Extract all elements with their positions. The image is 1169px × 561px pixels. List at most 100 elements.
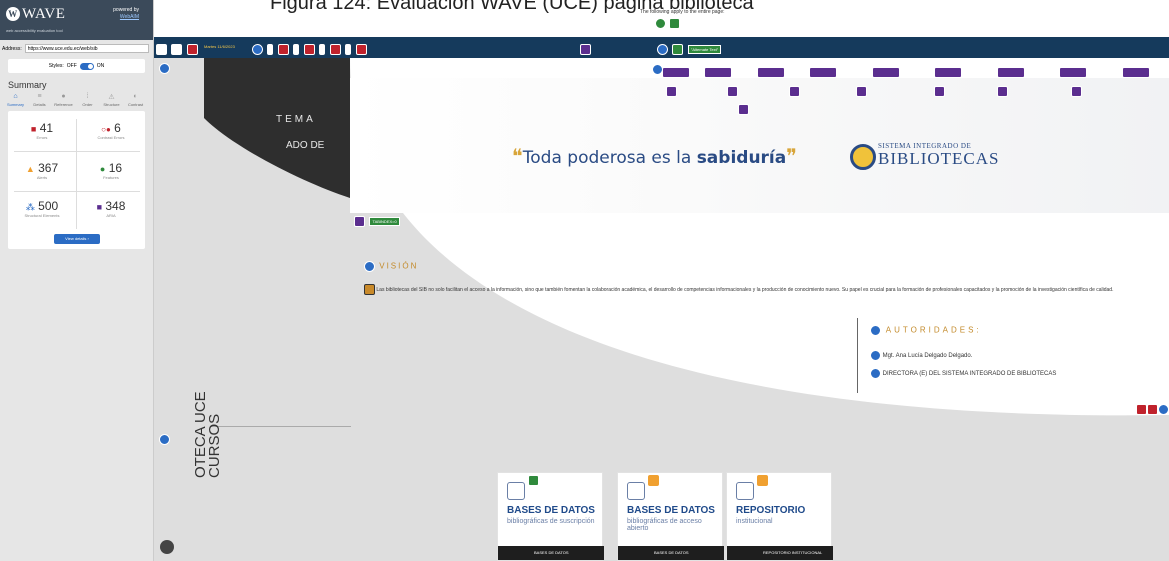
alt-text-tag: "Alternate Text" [687,45,722,55]
panel-divider [14,191,140,192]
tabindex-indicator: TABINDEX=0 [354,213,400,231]
aria-icon[interactable] [933,86,945,98]
tab-reference[interactable]: ● Reference [52,93,75,107]
structural-stat[interactable]: ⁂ 500 Structural Elements [8,199,76,218]
html5-icon[interactable] [580,41,591,56]
aria-icon: ■ [96,202,103,212]
card-open-databases[interactable]: BASES DE DATOS bibliográficas de acceso … [617,472,724,561]
error-icon: ■ [30,124,37,134]
twitter-icon[interactable] [319,44,326,56]
scroll-top-button[interactable] [160,540,174,554]
wedge-text: ADO DE [286,140,325,151]
open-lock-icon [627,482,645,500]
aria-icon[interactable] [727,86,739,98]
instagram-icon[interactable] [293,44,300,56]
lock-icon [507,482,525,500]
aria-icon[interactable] [1070,86,1082,98]
alert-icon[interactable] [648,475,659,486]
aria-icon[interactable] [934,67,963,79]
page-top-bar: Martes 11/6/2023 "Alternate Text" [154,37,1169,58]
aria-icon[interactable] [856,86,868,98]
address-input[interactable]: https://www.uce.edu.ec/web/sib [24,44,149,53]
styles-toggle[interactable] [79,62,94,70]
structure-icon[interactable] [1158,404,1169,416]
aria-icon[interactable] [756,67,785,79]
errors-stat[interactable]: ■ 41 Errors [8,121,76,140]
aria-icon[interactable] [996,67,1025,79]
error-icon[interactable] [303,44,315,56]
authority-role: DIRECTORA (E) DEL SISTEMA INTEGRADO DE B… [870,368,1056,379]
page-level-icons [655,18,680,29]
features-stat[interactable]: ● 16 Features [77,161,145,180]
aria-icon[interactable] [738,104,749,116]
aria-icon[interactable] [704,67,733,79]
aria-icon[interactable] [1121,67,1150,79]
wave-sidebar: W WAVE web accessibility evaluation tool … [0,0,154,561]
contrast-errors-stat[interactable]: ○● 6 Contrast Errors [77,121,145,140]
heading-icon[interactable] [364,261,375,272]
authority-name: Mgt. Ana Lucía Delgado Delgado. [870,350,972,361]
tab-details[interactable]: ≡ Details [28,93,51,107]
alerts-stat[interactable]: ▲ 367 Alerts [8,161,76,180]
document-icon [736,482,754,500]
webaim-link[interactable]: WebAIM [120,14,139,20]
vision-heading: VISIÓN [364,261,418,272]
youtube-icon[interactable] [345,44,352,56]
error-icon[interactable] [277,44,289,56]
aria-icon[interactable] [1059,67,1088,79]
card-subscription-databases[interactable]: BASES DE DATOS bibliográficas de suscrip… [497,472,604,561]
alert-icon: ▲ [25,164,35,174]
view-details-button[interactable]: View details › [54,234,100,244]
structure-icon[interactable] [657,44,668,56]
facebook-icon[interactable] [267,44,274,56]
page-content: TEMA ADO DE ❝Toda poderosa es la sabidur… [154,58,1169,561]
aria-stat[interactable]: ■ 348 ARIA [77,199,145,218]
aria-icon[interactable] [788,86,800,98]
tab-summary[interactable]: ⌂ Summary [4,93,27,107]
aria-icon[interactable] [997,86,1009,98]
structure-icon[interactable] [159,431,170,449]
aria-icon[interactable] [871,67,900,79]
aria-icon[interactable] [809,67,838,79]
wave-icons-left [156,41,198,56]
card-link-bar[interactable]: BASES DE DATOS [618,546,724,560]
tab-order[interactable]: ⁞ Order [76,93,99,107]
error-icon[interactable] [1147,404,1158,416]
language-feature-icon[interactable] [655,18,666,29]
card-repository[interactable]: REPOSITORIO institucional REPOSITORIO IN… [726,472,833,561]
quote-mark-icon: ❝ [512,144,523,168]
date-label: Martes 11/6/2023 [204,44,235,49]
structure-icon[interactable] [159,60,170,78]
styles-on-label: ON [96,63,105,69]
card-link-bar[interactable]: REPOSITORIO INSTITUCIONAL [727,546,833,560]
wave-logo: W WAVE [6,6,65,23]
tab-contrast[interactable]: ◐ Contrast [124,93,147,107]
quote-mark-icon: ❞ [786,144,797,168]
error-icon[interactable] [355,44,367,56]
alert-icon[interactable] [364,284,375,296]
tab-structure[interactable]: ⚠ Structure [100,93,123,107]
alt-text-icon[interactable] [672,44,684,56]
error-icon[interactable] [1136,404,1147,416]
error-icon[interactable] [186,44,198,56]
address-bar: Address: https://www.uce.edu.ec/web/sib [0,42,153,55]
aria-icon[interactable] [666,86,677,98]
card-link-bar[interactable]: BASES DE DATOS [498,546,604,560]
error-icon[interactable] [329,44,341,56]
aria-icon[interactable] [662,67,690,79]
structure-icon[interactable] [156,44,167,56]
address-label: Address: [2,45,22,52]
structure-icon[interactable] [870,368,881,379]
wedge-text: TEMA [276,114,316,125]
feature-icon[interactable] [528,475,539,486]
structure-icon[interactable] [870,350,881,361]
list-icon[interactable] [171,44,183,56]
sidebar-tabs: ⌂ Summary ≡ Details ● Reference ⁞ Order ⚠ Str… [0,93,153,107]
tabindex-icon[interactable] [354,216,365,228]
alert-icon[interactable] [757,475,768,486]
structure-icon[interactable] [252,44,263,56]
mail-feature-icon[interactable] [669,18,680,29]
vertical-section-title: OTECA UCE CURSOS [192,391,223,478]
heading-icon[interactable] [870,325,881,336]
sib-logo-text: SISTEMA INTEGRADO DE BIBLIOTECAS [878,142,1000,168]
